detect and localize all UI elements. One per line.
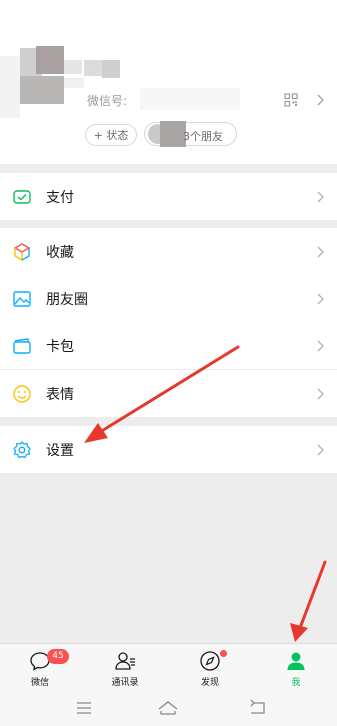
compass-icon xyxy=(199,650,221,672)
menu-item-settings[interactable]: 设置 xyxy=(0,426,337,473)
blurred-avatar-part xyxy=(20,76,64,104)
tab-label: 发现 xyxy=(200,678,219,688)
menu-item-cards[interactable]: 卡包 xyxy=(0,322,337,369)
tab-me[interactable]: 我 xyxy=(266,644,326,691)
chevron-right-icon xyxy=(315,93,325,107)
chevron-right-icon xyxy=(315,245,325,259)
tab-label: 我 xyxy=(291,678,301,688)
smiley-face-icon xyxy=(12,384,32,404)
tab-chats[interactable]: 45 微信 xyxy=(10,644,70,691)
menu-item-label: 支付 xyxy=(46,190,74,206)
blurred-avatar-part xyxy=(36,46,64,74)
profile-header[interactable]: 微信号: + 状态 3个朋友 xyxy=(0,0,337,164)
person-icon xyxy=(285,650,307,672)
tab-discover[interactable]: 发现 xyxy=(180,644,240,691)
chevron-right-icon xyxy=(315,443,325,457)
menu-item-label: 收藏 xyxy=(46,245,74,261)
new-indicator-dot xyxy=(220,650,227,657)
menu-item-label: 设置 xyxy=(46,443,74,459)
wechat-id-label: 微信号: xyxy=(87,94,128,108)
arrowhead-me-tab xyxy=(290,623,308,642)
tab-label: 通讯录 xyxy=(111,678,139,688)
gear-icon xyxy=(12,440,32,460)
blurred-nickname-part xyxy=(64,60,82,74)
chevron-right-icon xyxy=(315,190,325,204)
arrow-to-me-tab xyxy=(298,560,327,630)
card-wallet-icon xyxy=(12,336,32,356)
add-status-button[interactable]: + 状态 xyxy=(85,124,137,146)
menu-item-stickers[interactable]: 表情 xyxy=(0,370,337,417)
favorites-cube-icon xyxy=(12,242,32,262)
menu-item-pay[interactable]: 支付 xyxy=(0,173,337,220)
menu-item-favorites[interactable]: 收藏 xyxy=(0,228,337,275)
contacts-person-icon xyxy=(114,650,136,672)
chevron-right-icon xyxy=(315,387,325,401)
chevron-right-icon xyxy=(315,339,325,353)
menu-item-label: 表情 xyxy=(46,387,74,403)
blurred-wechat-id xyxy=(140,88,240,110)
menu-item-label: 卡包 xyxy=(46,339,74,355)
moments-image-icon xyxy=(12,289,32,309)
chevron-right-icon xyxy=(315,292,325,306)
blurred-nickname-part xyxy=(102,60,120,78)
pay-icon xyxy=(12,187,32,207)
home-icon[interactable] xyxy=(157,699,179,717)
menu-lines-icon[interactable] xyxy=(73,699,95,717)
friends-count-text: 3个朋友 xyxy=(183,130,223,143)
menu-item-label: 朋友圈 xyxy=(46,292,88,308)
unread-badge: 45 xyxy=(47,649,69,664)
blurred-nickname-part xyxy=(64,78,84,88)
tab-label: 微信 xyxy=(30,678,49,688)
system-navigation-bar xyxy=(0,690,337,726)
qr-code-icon[interactable] xyxy=(284,92,298,107)
blurred-name-region xyxy=(0,56,20,118)
tab-contacts[interactable]: 通讯录 xyxy=(95,644,155,691)
friends-status-chip[interactable]: 3个朋友 xyxy=(144,121,237,147)
menu-item-moments[interactable]: 朋友圈 xyxy=(0,275,337,322)
bottom-tab-bar: 45 微信 通讯录 发现 我 xyxy=(0,643,337,690)
blurred-nickname-part xyxy=(84,60,102,76)
back-icon[interactable] xyxy=(247,699,269,717)
